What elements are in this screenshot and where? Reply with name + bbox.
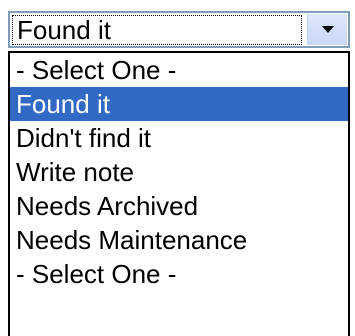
dropdown-options-list[interactable]: - Select One - Found it Didn't find it W… [8, 51, 350, 336]
option-write-note[interactable]: Write note [10, 155, 348, 189]
option-select-one-repeat[interactable]: - Select One - [10, 257, 348, 291]
chevron-down-icon [321, 26, 334, 33]
select-current-value[interactable]: Found it [12, 15, 302, 45]
option-select-one[interactable]: - Select One - [10, 53, 348, 87]
option-needs-maintenance[interactable]: Needs Maintenance [10, 223, 348, 257]
option-found-it[interactable]: Found it [10, 87, 348, 121]
dropdown-button[interactable] [307, 14, 347, 45]
option-needs-archived[interactable]: Needs Archived [10, 189, 348, 223]
option-didnt-find-it[interactable]: Didn't find it [10, 121, 348, 155]
log-type-select[interactable]: Found it [8, 11, 350, 48]
